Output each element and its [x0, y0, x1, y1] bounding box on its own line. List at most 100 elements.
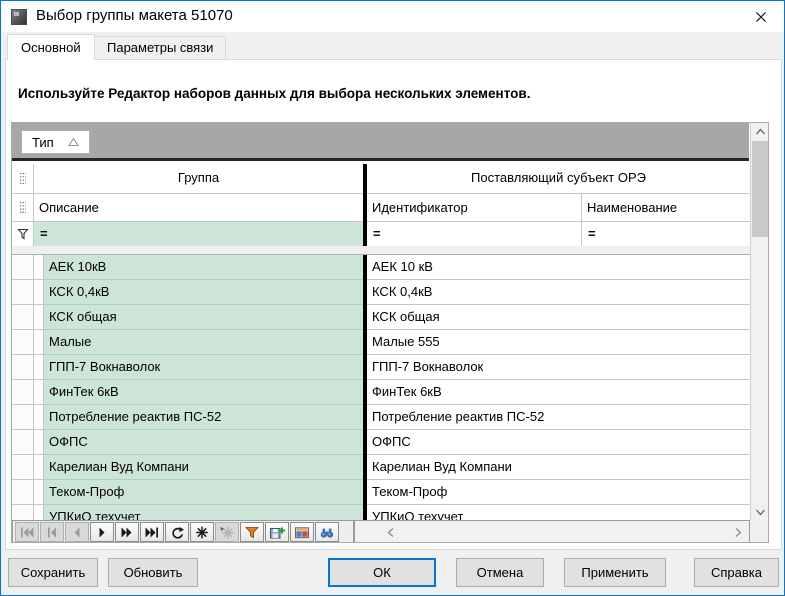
cell-description[interactable]: ГПП-7 Вокнаволок: [44, 355, 363, 380]
scroll-thumb[interactable]: [752, 141, 768, 237]
column-header-description[interactable]: Описание: [34, 194, 363, 221]
cell-identifier[interactable]: Карелиан Вуд Компани: [367, 455, 581, 480]
table-body: АЕК 10кВ АЕК 10 кВ КСК 0,4кВ КСК 0,4кВ К…: [12, 255, 750, 520]
row-indent-cell: [34, 355, 44, 380]
cell-name[interactable]: [581, 330, 750, 355]
nav-first-button[interactable]: [15, 522, 39, 542]
layout-button[interactable]: [290, 522, 314, 542]
band-divider: [363, 164, 367, 246]
cell-description[interactable]: УПКиО техучет: [44, 505, 363, 520]
dotted-list-icon: [18, 172, 28, 185]
cell-identifier[interactable]: ГПП-7 Вокнаволок: [367, 355, 581, 380]
cancel-button[interactable]: Отмена: [456, 558, 544, 587]
group-separator: [12, 246, 750, 255]
nav-new-record-icon: [194, 526, 210, 539]
table-row[interactable]: ФинТек 6кВ ФинТек 6кВ: [12, 380, 750, 405]
cell-description[interactable]: АЕК 10кВ: [44, 255, 363, 280]
cell-name[interactable]: [581, 505, 750, 520]
row-indent-cell: [34, 380, 44, 405]
group-by-panel[interactable]: Тип: [12, 123, 749, 161]
table-row[interactable]: ОФПС ОФПС: [12, 430, 750, 455]
cell-description[interactable]: Карелиан Вуд Компани: [44, 455, 363, 480]
vertical-scrollbar[interactable]: [750, 123, 769, 520]
cell-identifier[interactable]: КСК 0,4кВ: [367, 280, 581, 305]
cell-identifier[interactable]: АЕК 10 кВ: [367, 255, 581, 280]
filter-cell-description[interactable]: =: [34, 222, 363, 246]
filter-button[interactable]: [240, 522, 264, 542]
cell-description[interactable]: Теком-Проф: [44, 480, 363, 505]
row-indicator-cell: [12, 480, 34, 505]
sort-ascending-icon[interactable]: [68, 137, 79, 147]
cell-identifier[interactable]: КСК общая: [367, 305, 581, 330]
scroll-right-arrow[interactable]: [730, 524, 746, 540]
table-row[interactable]: КСК 0,4кВ КСК 0,4кВ: [12, 280, 750, 305]
cell-description[interactable]: Потребление реактив ПС-52: [44, 405, 363, 430]
filter-cell-identifier[interactable]: =: [367, 222, 581, 246]
cell-description[interactable]: КСК общая: [44, 305, 363, 330]
filter-row: = = =: [12, 221, 750, 246]
row-indicator-cell: [12, 505, 34, 520]
table-row[interactable]: УПКиО техучет УПКиО техучет: [12, 505, 750, 520]
save-button[interactable]: Сохранить: [8, 558, 98, 587]
cell-identifier[interactable]: УПКиО техучет: [367, 505, 581, 520]
nav-refresh-button[interactable]: [165, 522, 189, 542]
tab-main[interactable]: Основной: [7, 34, 95, 60]
nav-new-record-button[interactable]: [190, 522, 214, 542]
table-row[interactable]: Теком-Проф Теком-Проф: [12, 480, 750, 505]
cell-identifier[interactable]: Малые 555: [367, 330, 581, 355]
cell-name[interactable]: [581, 355, 750, 380]
scroll-left-arrow[interactable]: [383, 524, 399, 540]
row-indent-cell: [34, 405, 44, 430]
cell-name[interactable]: [581, 455, 750, 480]
band-header-group[interactable]: Группа: [34, 164, 363, 193]
nav-next-button[interactable]: [90, 522, 114, 542]
table-row[interactable]: ГПП-7 Вокнаволок ГПП-7 Вокнаволок: [12, 355, 750, 380]
help-button[interactable]: Справка: [694, 558, 779, 587]
cell-description[interactable]: ФинТек 6кВ: [44, 380, 363, 405]
table-row[interactable]: КСК общая КСК общая: [12, 305, 750, 330]
cell-name[interactable]: [581, 255, 750, 280]
refresh-button[interactable]: Обновить: [108, 558, 198, 587]
row-indicator-cell: [12, 380, 34, 405]
scroll-up-arrow[interactable]: [751, 123, 769, 140]
cell-description[interactable]: Малые: [44, 330, 363, 355]
close-button[interactable]: [738, 2, 783, 31]
horizontal-scrollbar[interactable]: [354, 520, 750, 543]
column-header-identifier[interactable]: Идентификатор: [367, 194, 581, 221]
nav-edit-record-button[interactable]: [215, 522, 239, 542]
cell-identifier[interactable]: ФинТек 6кВ: [367, 380, 581, 405]
cell-name[interactable]: [581, 280, 750, 305]
nav-next-page-icon: [119, 526, 135, 539]
cell-name[interactable]: [581, 430, 750, 455]
column-header-name[interactable]: Наименование: [581, 194, 750, 221]
scroll-down-arrow[interactable]: [751, 503, 769, 520]
dialog-window: Выбор группы макета 51070 Основной Парам…: [0, 0, 785, 596]
cell-name[interactable]: [581, 405, 750, 430]
cell-identifier[interactable]: Потребление реактив ПС-52: [367, 405, 581, 430]
table-row[interactable]: Карелиан Вуд Компани Карелиан Вуд Компан…: [12, 455, 750, 480]
cell-description[interactable]: КСК 0,4кВ: [44, 280, 363, 305]
filter-cell-name[interactable]: =: [581, 222, 750, 246]
group-by-chip-type[interactable]: Тип: [21, 130, 90, 154]
nav-prior-button[interactable]: [65, 522, 89, 542]
cell-description[interactable]: ОФПС: [44, 430, 363, 455]
ok-button[interactable]: ОК: [328, 558, 436, 587]
cell-name[interactable]: [581, 380, 750, 405]
cell-name[interactable]: [581, 480, 750, 505]
cell-identifier[interactable]: Теком-Проф: [367, 480, 581, 505]
nav-prior-page-button[interactable]: [40, 522, 64, 542]
table-row[interactable]: АЕК 10кВ АЕК 10 кВ: [12, 255, 750, 280]
row-indicator-cell: [12, 455, 34, 480]
search-button[interactable]: [315, 522, 339, 542]
save-dataset-button[interactable]: [265, 522, 289, 542]
cell-name[interactable]: [581, 305, 750, 330]
cell-identifier[interactable]: ОФПС: [367, 430, 581, 455]
band-header-supplier[interactable]: Поставляющий субъект ОРЭ: [367, 164, 750, 193]
nav-next-page-button[interactable]: [115, 522, 139, 542]
tab-connection-params[interactable]: Параметры связи: [94, 36, 226, 60]
apply-button[interactable]: Применить: [564, 558, 666, 587]
table-row[interactable]: Малые Малые 555: [12, 330, 750, 355]
nav-last-button[interactable]: [140, 522, 164, 542]
group-field-label: Тип: [32, 135, 54, 150]
table-row[interactable]: Потребление реактив ПС-52 Потребление ре…: [12, 405, 750, 430]
